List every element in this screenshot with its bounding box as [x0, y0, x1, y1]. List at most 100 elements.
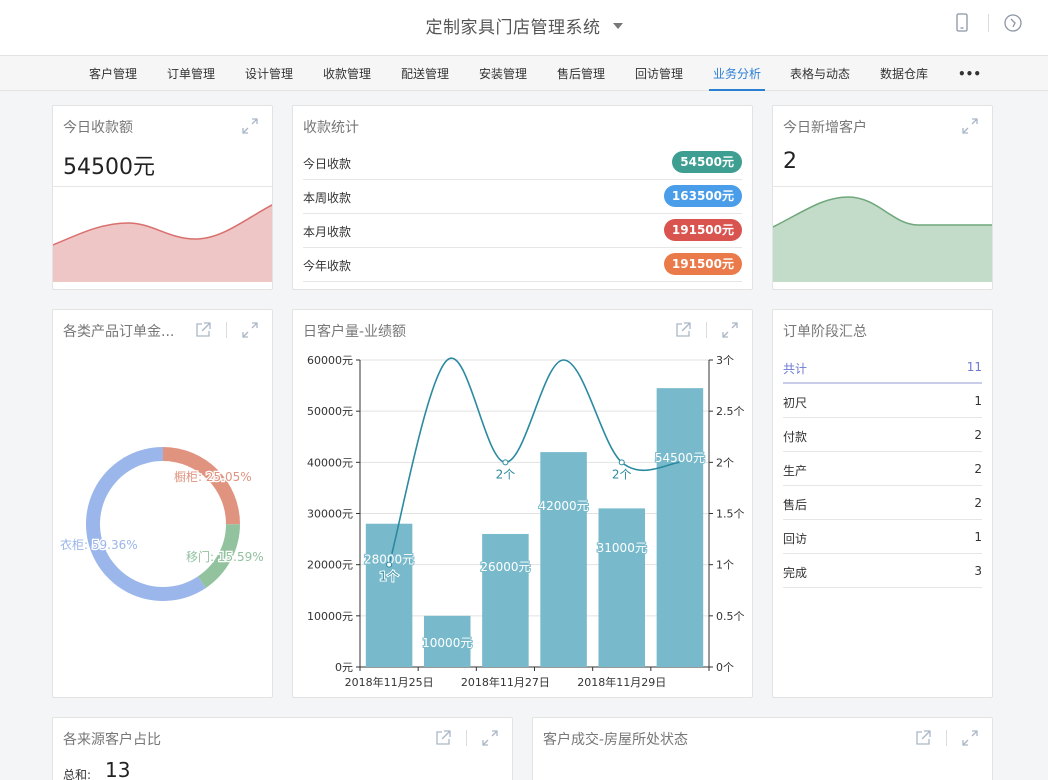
expand-icon[interactable] [480, 728, 500, 748]
y-left-tick-label: 10000元 [307, 610, 353, 623]
card-title: 今日新增客户 [783, 120, 867, 136]
total-value: 13 [105, 758, 131, 780]
stage-row[interactable]: 售后 2 [783, 486, 982, 520]
donut-label-1: 移门: 15.59% [186, 549, 264, 564]
daily-combo-chart: 0元 10000元 20000元 30000元 40000元 50000元 60000元 0个… [307, 354, 745, 689]
nav-item-design[interactable]: 设计管理 [245, 57, 293, 91]
x-tick-label: 2018年11月27日 [461, 675, 550, 689]
order-stages-card: 订单阶段汇总 共计 11 初尺 1 付款 2 生产 2 售后 2 回访 1 完成… [772, 309, 993, 698]
house-status-card: 客户成交-房屋所处状态 [532, 717, 993, 780]
stage-row[interactable]: 付款 2 [783, 418, 982, 452]
compass-icon[interactable] [1002, 12, 1024, 34]
customer-source-card: 各来源客户占比 总和: 13 [52, 717, 513, 780]
y-right-tick-label: 3个 [716, 354, 734, 367]
y-right-tick-label: 1.5个 [716, 508, 745, 521]
stage-row[interactable]: 回访 1 [783, 520, 982, 554]
customers-sparkline [773, 196, 992, 282]
nav-item-customers[interactable]: 客户管理 [89, 57, 137, 91]
nav-item-business-analysis[interactable]: 业务分析 [708, 57, 766, 91]
stat-label: 本月收款 [303, 225, 352, 239]
nav-more-button[interactable]: ••• [958, 57, 981, 91]
stage-label: 完成 [783, 566, 808, 580]
stat-badge: 191500元 [663, 253, 742, 275]
stage-row[interactable]: 生产 2 [783, 452, 982, 486]
x-tick-label: 2018年11月25日 [345, 675, 434, 689]
nav-item-after-sales[interactable]: 售后管理 [557, 57, 605, 91]
stage-value: 2 [974, 428, 982, 442]
stage-label: 共计 [783, 362, 808, 376]
y-left-tick-label: 30000元 [307, 508, 353, 521]
nav-item-delivery[interactable]: 配送管理 [401, 57, 449, 91]
card-title: 各来源客户占比 [63, 732, 161, 748]
line-label-2: 2个 [496, 467, 516, 481]
bar-label-3: 42000元 [538, 499, 588, 513]
stat-label: 今年收款 [303, 259, 352, 273]
stage-row[interactable]: 初尺 1 [783, 384, 982, 418]
nav-item-orders[interactable]: 订单管理 [167, 57, 215, 91]
card-title: 今日收款额 [63, 120, 133, 136]
nav-item-follow-up[interactable]: 回访管理 [635, 57, 683, 91]
new-customers-value: 2 [783, 149, 797, 174]
mobile-icon[interactable] [951, 12, 973, 34]
y-right-tick-label: 1个 [716, 559, 734, 572]
stage-label: 售后 [783, 498, 808, 512]
donut-label-2: 衣柜: 59.36% [60, 537, 138, 552]
bar-3 [540, 452, 587, 667]
stage-label: 初尺 [783, 396, 808, 410]
y-right-tick-label: 0.5个 [716, 610, 745, 623]
open-external-icon[interactable] [433, 728, 453, 748]
line-point-0 [386, 561, 393, 568]
stage-row[interactable]: 完成 3 [783, 554, 982, 588]
nav-item-tables-activity[interactable]: 表格与动态 [790, 57, 850, 91]
y-right-tick-label: 0个 [716, 661, 734, 674]
expand-icon[interactable] [960, 728, 980, 748]
expand-icon[interactable] [960, 116, 980, 136]
y-right-tick-label: 2.5个 [716, 405, 745, 418]
today-revenue-card: 今日收款额 54500元 [52, 105, 273, 290]
line-point-4 [618, 459, 625, 466]
stage-label: 付款 [783, 430, 808, 444]
bar-0 [365, 523, 413, 667]
bar-label-1: 10000元 [422, 636, 472, 650]
donut-slice-0 [163, 447, 241, 525]
chevron-down-icon[interactable] [612, 23, 623, 29]
revenue-sparkline [53, 204, 272, 282]
y-left-tick-label: 60000元 [307, 354, 353, 367]
new-customers-card: 今日新增客户 2 [772, 105, 993, 290]
expand-icon[interactable] [240, 116, 260, 136]
stat-row-week: 本周收款 163500元 [303, 180, 742, 214]
line-label-4: 2个 [612, 467, 632, 481]
revenue-stats-card: 收款统计 今日收款 54500元 本周收款 163500元 本月收款 19150… [292, 105, 753, 290]
stage-total-row: 共计 11 [783, 350, 982, 384]
stat-badge: 54500元 [672, 151, 742, 173]
stat-badge: 163500元 [663, 185, 742, 207]
nav-item-payments[interactable]: 收款管理 [323, 57, 371, 91]
y-right-tick-label: 2个 [716, 456, 734, 469]
top-bar: 定制家具门店管理系统 [0, 0, 1048, 56]
stat-row-today: 今日收款 54500元 [303, 146, 742, 180]
stat-row-month: 本月收款 191500元 [303, 214, 742, 248]
y-left-tick-label: 20000元 [307, 559, 353, 572]
nav-item-installation[interactable]: 安装管理 [479, 57, 527, 91]
bar-2 [482, 533, 529, 667]
bar-label-4: 31000元 [597, 541, 647, 555]
y-left-tick-label: 40000元 [307, 456, 353, 469]
card-title: 订单阶段汇总 [783, 324, 867, 340]
open-external-icon[interactable] [913, 728, 933, 748]
line-label-0: 1个 [379, 570, 399, 584]
nav-item-data-warehouse[interactable]: 数据仓库 [880, 57, 928, 91]
stat-badge: 191500元 [663, 219, 742, 241]
stage-value: 1 [974, 530, 982, 544]
stage-value: 1 [974, 394, 982, 408]
stage-value: 3 [974, 564, 982, 578]
y-left-tick-label: 0元 [335, 661, 353, 674]
app-title[interactable]: 定制家具门店管理系统 [0, 13, 1048, 38]
toolbar-divider [988, 14, 989, 32]
donut-label-0: 橱柜: 25.05% [174, 470, 252, 484]
bar-label-5: 54500元 [655, 451, 705, 465]
stage-value: 2 [974, 496, 982, 510]
y-left-tick-label: 50000元 [307, 405, 353, 418]
stat-label: 今日收款 [303, 157, 352, 171]
bar-label-2: 26000元 [480, 560, 530, 574]
x-tick-label: 2018年11月29日 [577, 675, 666, 689]
